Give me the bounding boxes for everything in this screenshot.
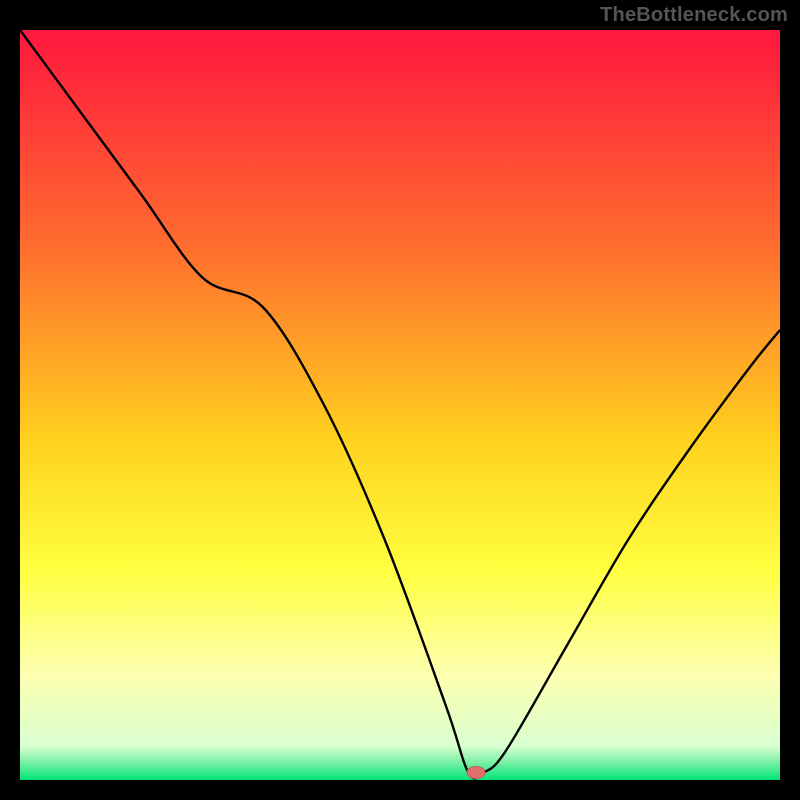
chart-frame: TheBottleneck.com (0, 0, 800, 800)
watermark-text: TheBottleneck.com (600, 4, 788, 27)
gradient-background (20, 30, 780, 780)
plot-area (20, 30, 780, 780)
optimum-marker (467, 767, 485, 779)
bottleneck-chart (20, 30, 780, 780)
